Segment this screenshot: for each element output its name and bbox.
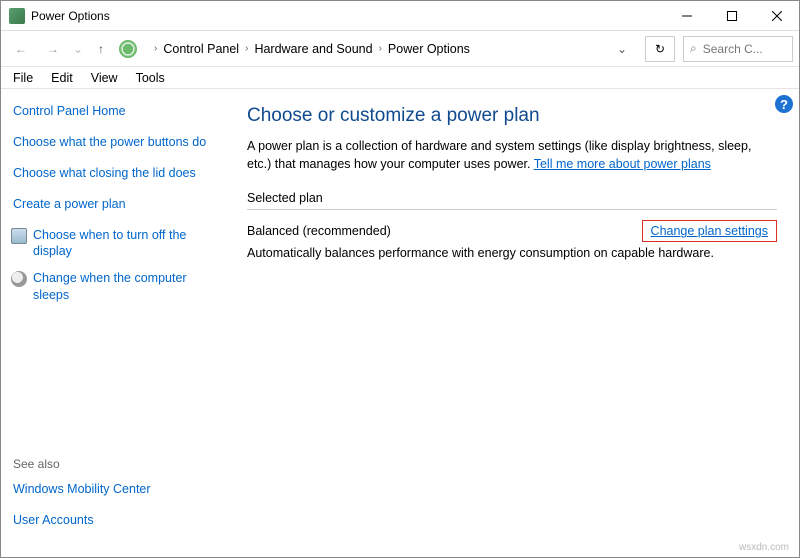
search-icon: ⌕	[690, 41, 697, 56]
selected-plan-label: Selected plan	[247, 191, 777, 205]
titlebar: Power Options	[1, 1, 799, 31]
menu-edit[interactable]: Edit	[51, 71, 73, 85]
menubar: File Edit View Tools	[1, 67, 799, 89]
plan-row: Balanced (recommended) Change plan setti…	[247, 220, 777, 242]
search-placeholder: Search C...	[703, 42, 763, 56]
content: ? Control Panel Home Choose what the pow…	[1, 89, 799, 557]
menu-view[interactable]: View	[91, 71, 118, 85]
back-button[interactable]: ←	[7, 35, 35, 63]
change-plan-settings-link[interactable]: Change plan settings	[642, 220, 777, 242]
sidebar-link-turn-off-display[interactable]: Choose when to turn off the display	[33, 227, 221, 261]
monitor-icon	[11, 228, 27, 244]
divider	[247, 209, 777, 210]
close-button[interactable]	[754, 1, 799, 30]
breadcrumb-item[interactable]: Power Options	[388, 42, 470, 56]
learn-more-link[interactable]: Tell me more about power plans	[534, 157, 711, 171]
chevron-right-icon: ›	[245, 43, 248, 54]
maximize-button[interactable]	[709, 1, 754, 30]
address-dropdown[interactable]: ⌄	[611, 42, 633, 56]
page-heading: Choose or customize a power plan	[247, 105, 777, 127]
moon-icon	[11, 271, 27, 287]
chevron-right-icon: ›	[379, 43, 382, 54]
up-button[interactable]: ↑	[89, 35, 113, 63]
chevron-right-icon: ›	[154, 43, 157, 54]
minimize-button[interactable]	[664, 1, 709, 30]
search-input[interactable]: ⌕ Search C...	[683, 36, 793, 62]
plan-description: Automatically balances performance with …	[247, 246, 777, 260]
window-title: Power Options	[31, 9, 664, 23]
sidebar-link-power-buttons[interactable]: Choose what the power buttons do	[13, 134, 221, 151]
help-icon[interactable]: ?	[775, 95, 793, 113]
sidebar-link-create-plan[interactable]: Create a power plan	[13, 196, 221, 213]
sidebar-link-computer-sleeps[interactable]: Change when the computer sleeps	[33, 270, 221, 304]
sidebar-link-closing-lid[interactable]: Choose what closing the lid does	[13, 165, 221, 182]
watermark: wsxdn.com	[739, 542, 789, 553]
breadcrumb-item[interactable]: Control Panel	[163, 42, 239, 56]
address-icon	[119, 40, 137, 58]
sidebar-home-link[interactable]: Control Panel Home	[13, 103, 221, 120]
menu-tools[interactable]: Tools	[136, 71, 165, 85]
sidebar: Control Panel Home Choose what the power…	[1, 89, 231, 557]
see-also-user-accounts[interactable]: User Accounts	[13, 512, 221, 529]
plan-name: Balanced (recommended)	[247, 224, 391, 238]
page-description: A power plan is a collection of hardware…	[247, 137, 777, 173]
app-icon	[9, 8, 25, 24]
main-panel: Choose or customize a power plan A power…	[231, 89, 799, 557]
navbar: ← → ⌄ ↑ › Control Panel › Hardware and S…	[1, 31, 799, 67]
history-dropdown[interactable]: ⌄	[71, 35, 85, 63]
breadcrumb-item[interactable]: Hardware and Sound	[254, 42, 372, 56]
breadcrumb[interactable]: › Control Panel › Hardware and Sound › P…	[145, 36, 607, 62]
refresh-button[interactable]: ↻	[645, 36, 675, 62]
see-also-mobility-center[interactable]: Windows Mobility Center	[13, 481, 221, 498]
menu-file[interactable]: File	[13, 71, 33, 85]
see-also-label: See also	[13, 457, 221, 471]
forward-button[interactable]: →	[39, 35, 67, 63]
